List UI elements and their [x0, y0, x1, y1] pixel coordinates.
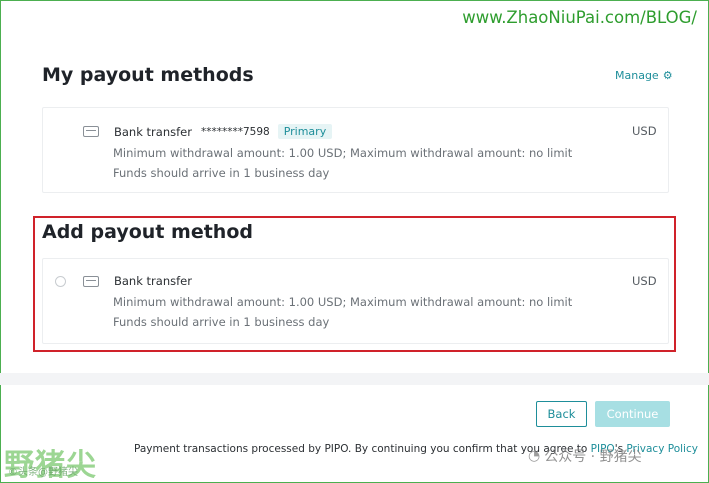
- existing-method-currency: USD: [632, 124, 657, 138]
- section-separator: [0, 373, 709, 385]
- new-method-name: Bank transfer: [114, 274, 192, 288]
- masked-account-number: ********7598: [200, 125, 270, 138]
- new-method-header: Bank transfer: [83, 274, 192, 288]
- primary-badge: Primary: [277, 124, 333, 139]
- manage-label: Manage: [615, 69, 659, 82]
- gear-icon: ⚙: [662, 69, 673, 82]
- new-method-currency: USD: [632, 274, 657, 288]
- new-method-arrival: Funds should arrive in 1 business day: [113, 315, 330, 329]
- watermark-account: ◔ 公众号 · 野猪尖: [528, 446, 642, 466]
- footer-text: Payment transactions processed by PIPO. …: [134, 443, 588, 455]
- credit-card-icon: [83, 275, 99, 287]
- watermark-account-label: 公众号 · 野猪尖: [544, 449, 642, 465]
- my-payout-methods-title: My payout methods: [42, 64, 254, 86]
- bank-transfer-radio[interactable]: [55, 276, 66, 287]
- add-payout-method-title: Add payout method: [42, 221, 253, 243]
- existing-method-header: Bank transfer ********7598 Primary: [83, 124, 333, 139]
- back-button[interactable]: Back: [536, 401, 587, 427]
- wechat-icon: ◔: [528, 448, 541, 464]
- new-method-limits: Minimum withdrawal amount: 1.00 USD; Max…: [113, 295, 573, 309]
- existing-method-arrival: Funds should arrive in 1 business day: [113, 166, 330, 180]
- existing-method-name: Bank transfer: [114, 124, 192, 139]
- credit-card-icon: [83, 126, 99, 137]
- existing-method-limits: Minimum withdrawal amount: 1.00 USD; Max…: [113, 146, 573, 160]
- continue-button[interactable]: Continue: [595, 401, 670, 427]
- site-watermark: www.ZhaoNiuPai.com/BLOG/: [462, 8, 697, 27]
- watermark-caption: ©头条@野猪尖: [8, 467, 78, 478]
- manage-link[interactable]: Manage ⚙: [615, 69, 673, 82]
